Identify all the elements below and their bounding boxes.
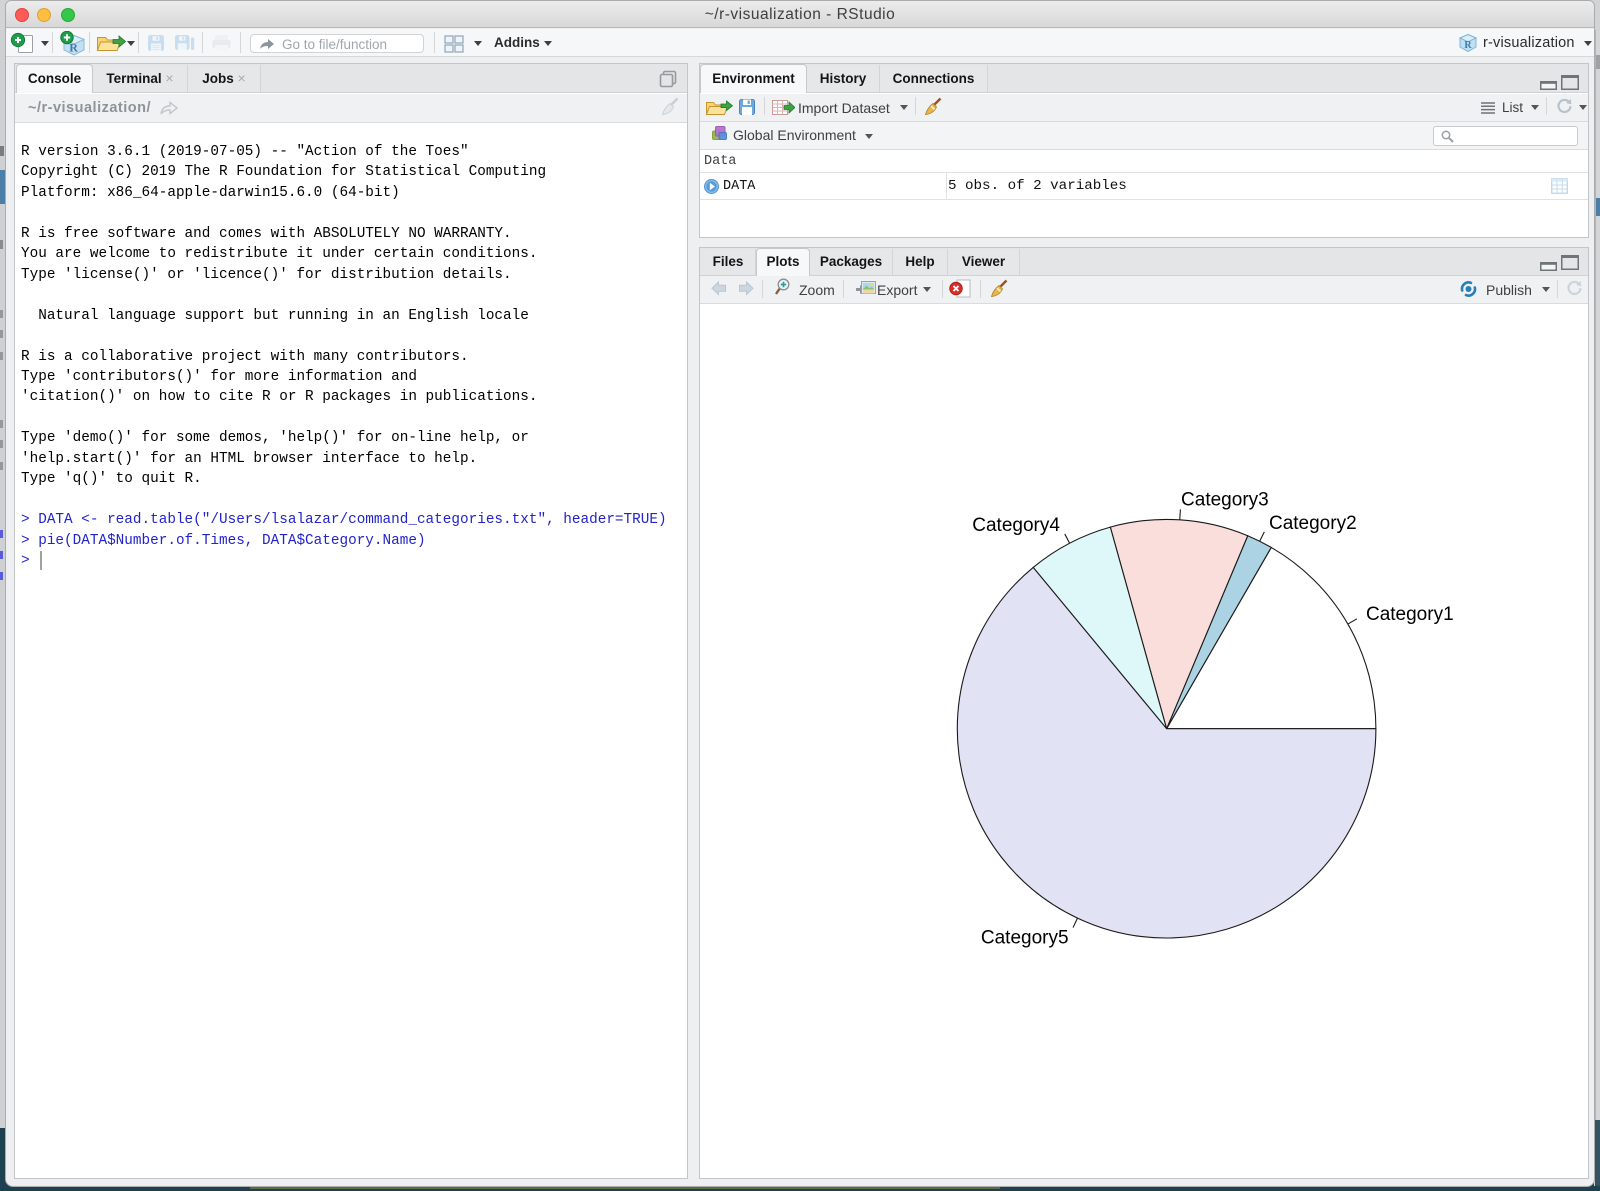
svg-text:Category1: Category1 xyxy=(1366,604,1454,625)
svg-text:Category2: Category2 xyxy=(1269,513,1357,534)
svg-text:Category3: Category3 xyxy=(1181,489,1269,510)
svg-text:Category4: Category4 xyxy=(972,515,1060,536)
svg-text:Category5: Category5 xyxy=(981,928,1069,949)
svg-text:R: R xyxy=(1464,40,1472,51)
